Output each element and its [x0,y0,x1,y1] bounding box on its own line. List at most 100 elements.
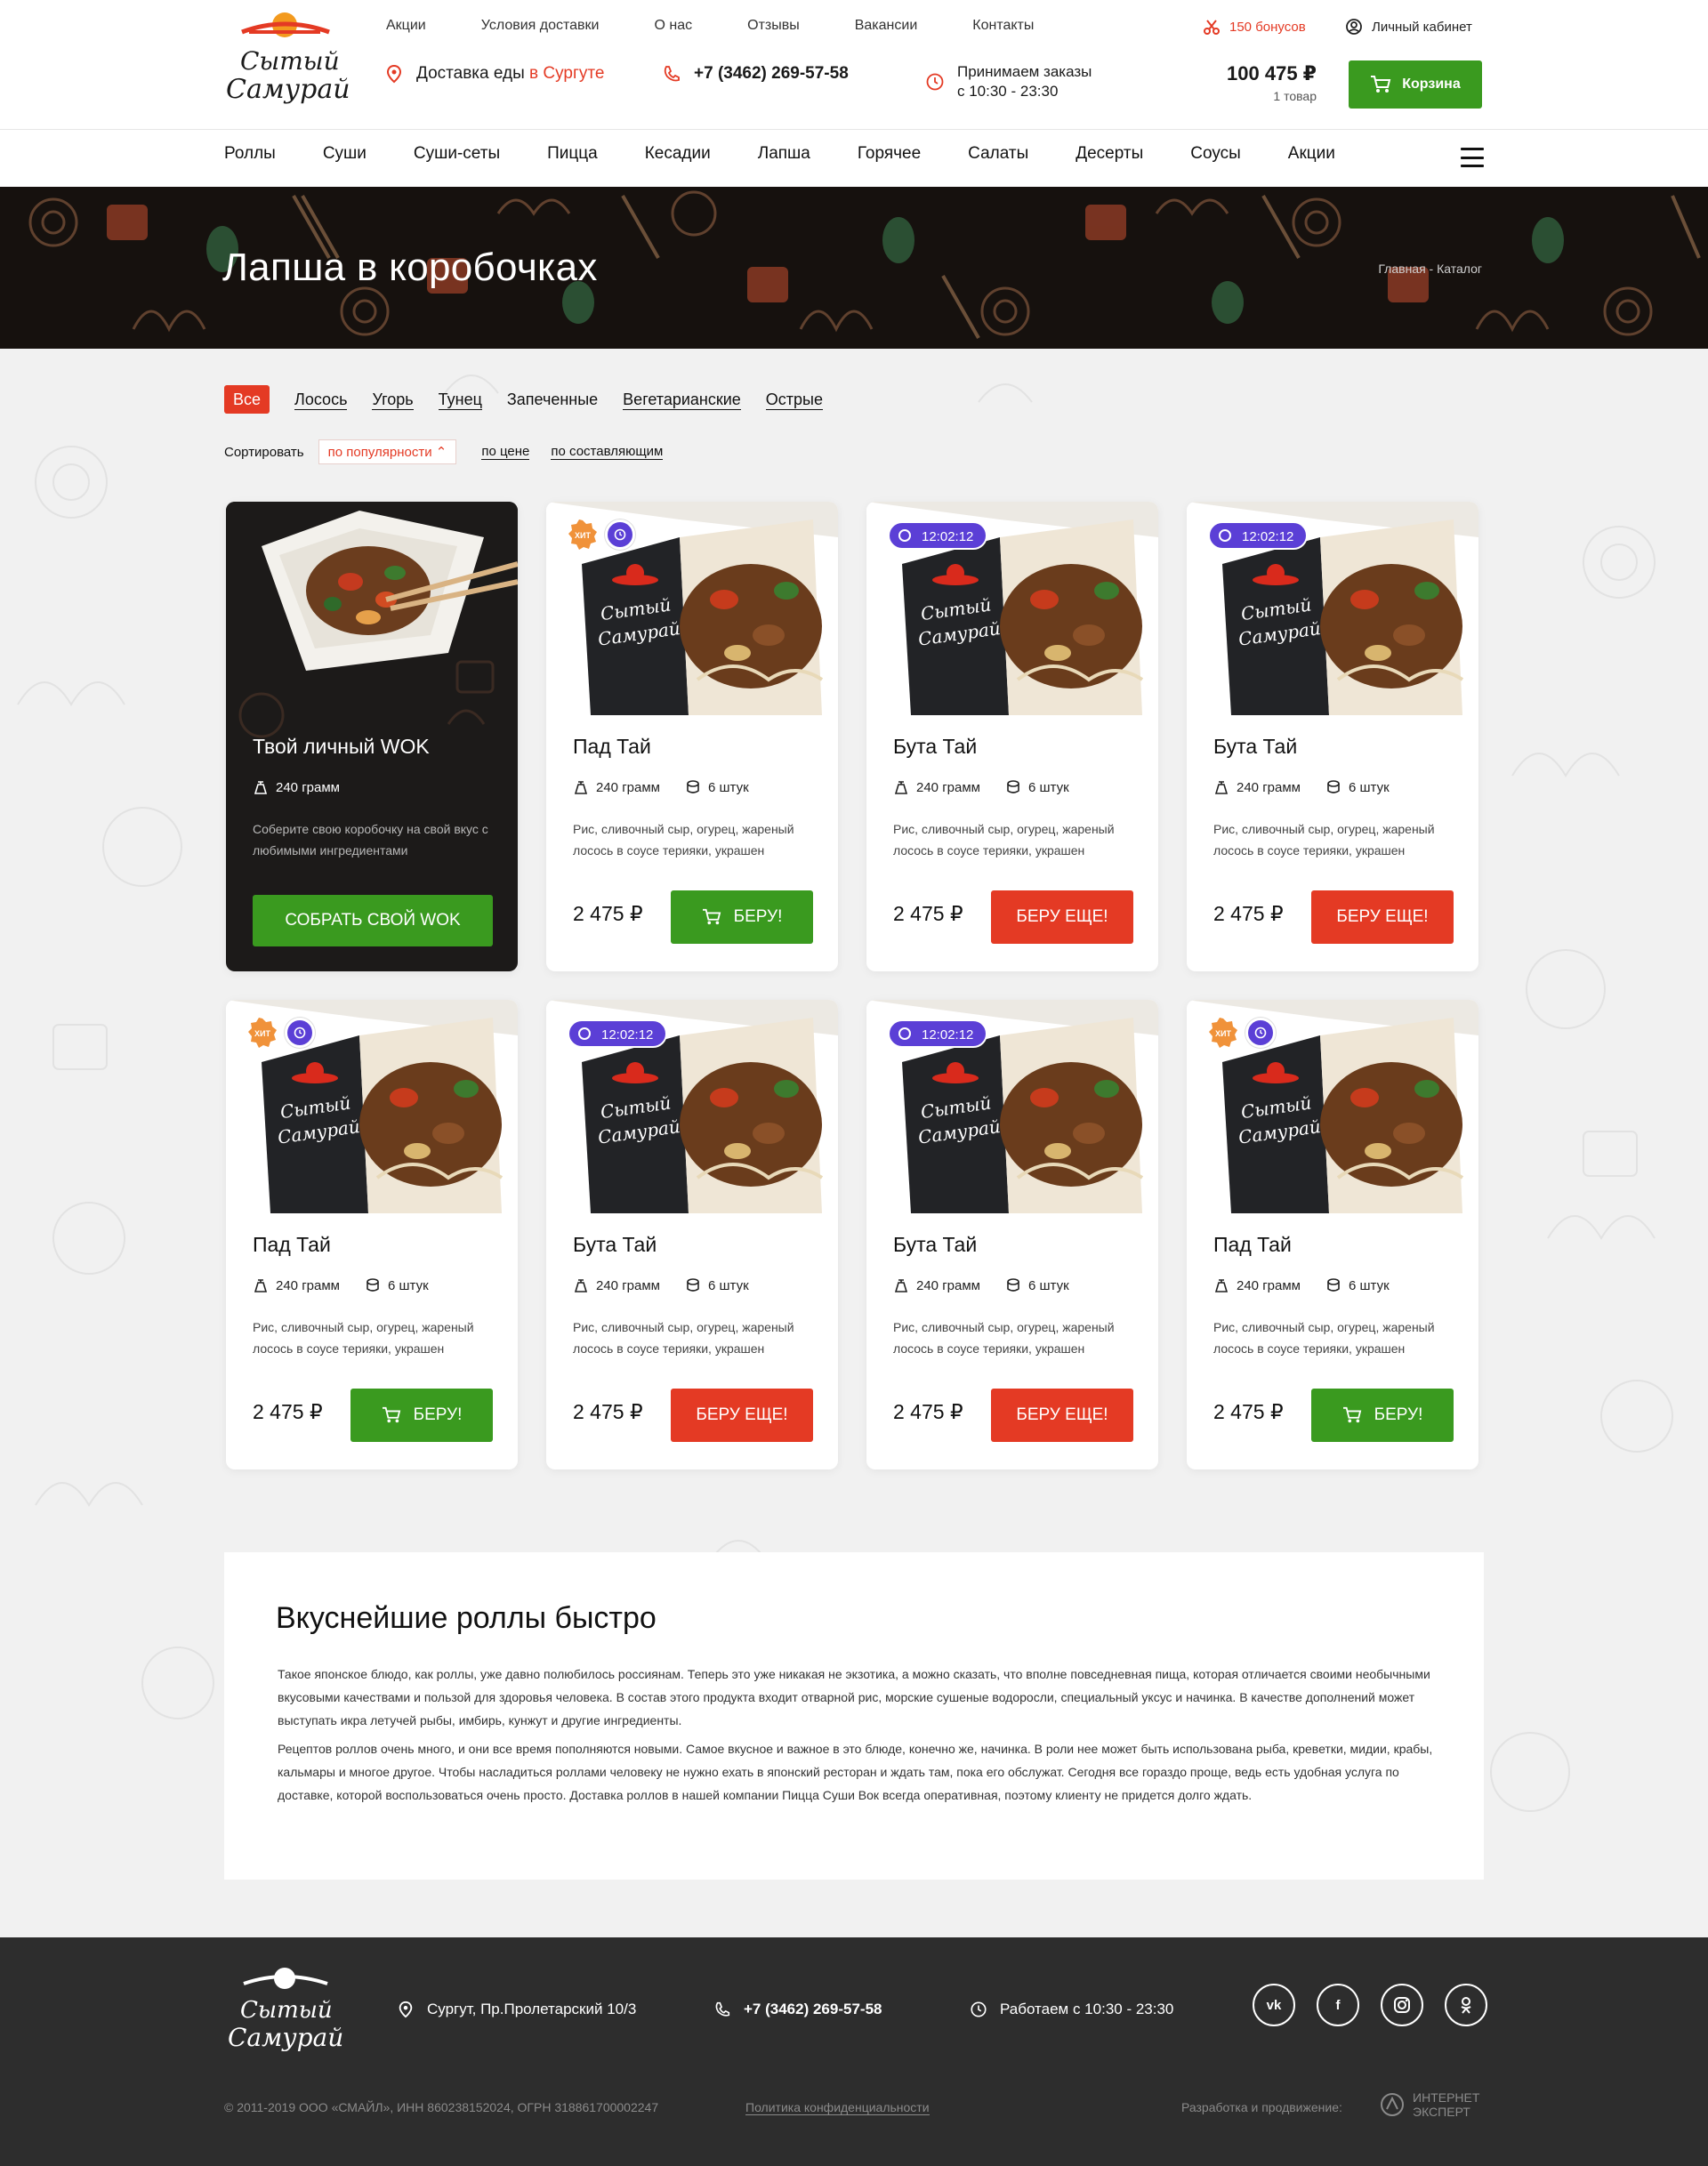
timer-clock-icon[interactable] [605,519,635,550]
nav-item-pizza[interactable]: Пицца [547,144,598,164]
filter-all[interactable]: Все [224,385,270,414]
add-to-cart-button[interactable]: БЕРУ! [1311,1389,1454,1442]
facebook-icon[interactable]: f [1317,1984,1359,2026]
product-pieces: 6 штук [1027,1277,1069,1293]
top-menu-item[interactable]: Акции [386,18,426,34]
product-card[interactable]: Сытый Самурай 12:02:12 Бута Тай 240 грамм 6 ш… [1187,502,1478,971]
delivery-text: Доставка еды [416,64,525,83]
build-wok-button[interactable]: СОБРАТЬ СВОЙ WOK [253,895,493,946]
vk-icon[interactable]: vk [1253,1984,1295,2026]
header-phone[interactable]: +7 (3462) 269-57-58 [662,64,849,84]
phone-icon [715,2001,730,2017]
logo-word-1: Сытый [240,46,340,76]
product-pieces: 6 штук [1348,1277,1390,1293]
chevron-up-icon: ⌃ [435,445,447,460]
product-description: Рис, сливочный сыр, огурец, жареный лосо… [1213,1320,1435,1356]
add-to-cart-button[interactable]: БЕРУ ЕЩЕ! [991,890,1133,944]
cabinet-text: Личный кабинет [1372,19,1472,35]
nav-item-sauces[interactable]: Соусы [1190,144,1241,164]
add-to-cart-button[interactable]: БЕРУ! [671,890,813,944]
product-card[interactable]: Сытый Самурай ХИТ Пад Тай 240 грамм 6 штук Рис… [1187,1000,1478,1469]
top-menu-item[interactable]: Отзывы [747,18,800,34]
wok-weight: 240 грамм [276,779,340,795]
sort-price[interactable]: по цене [481,444,530,460]
filter-vegetarian[interactable]: Вегетарианские [623,390,741,410]
bonus-icon [1204,20,1220,35]
seo-paragraph-2: Рецептов роллов очень много, и они все в… [278,1742,1433,1802]
product-title[interactable]: Пад Тай [573,735,651,759]
add-to-cart-button[interactable]: БЕРУ ЕЩЕ! [671,1389,813,1442]
cart-button[interactable]: Корзина [1349,60,1482,109]
product-title[interactable]: Бута Тай [573,1233,657,1257]
nav-item-sushi-sets[interactable]: Суши-сеты [414,144,500,164]
nav-item-rolls[interactable]: Роллы [224,144,276,164]
filter-tuna[interactable]: Тунец [438,390,482,410]
timer-clock-icon[interactable] [285,1018,315,1048]
bonus-link[interactable]: 150 бонусов [1203,18,1306,36]
product-pieces: 6 штук [707,1277,749,1293]
product-title[interactable]: Пад Тай [253,1233,331,1257]
nav-item-hot[interactable]: Горячее [858,144,921,164]
product-card[interactable]: Сытый Самурай 12:02:12 Бута Тай 240 грамм 6 ш… [866,502,1158,971]
add-to-cart-button[interactable]: БЕРУ ЕЩЕ! [1311,890,1454,944]
sort-popular[interactable]: по популярности ⌃ [318,439,457,464]
top-menu-item[interactable]: Вакансии [855,18,918,34]
footer-phone[interactable]: +7 (3462) 269-57-58 [713,2000,882,2019]
sort-composition[interactable]: по составляющим [551,444,664,460]
product-card[interactable]: Сытый Самурай 12:02:12 Бута Тай 240 грамм 6 ш… [546,1000,838,1469]
phone-number: +7 (3462) 269-57-58 [694,64,849,83]
nav-item-quesadilla[interactable]: Кесадии [645,144,711,164]
developer-logo[interactable]: ИНТЕРНЕТ ЭКСПЕРТ [1379,2090,1479,2119]
nav-item-desserts[interactable]: Десерты [1076,144,1143,164]
burger-menu-icon[interactable] [1461,148,1484,167]
product-title[interactable]: Бута Тай [893,1233,977,1257]
footer-logo[interactable]: Сытый Самурай [224,1964,349,2071]
product-description: Рис, сливочный сыр, огурец, жареный лосо… [573,1320,794,1356]
product-meta: 240 грамм 6 штук [893,779,1094,795]
nav-item-salads[interactable]: Салаты [968,144,1028,164]
product-pieces: 6 штук [1027,779,1069,795]
weight-icon [574,1279,588,1292]
product-title[interactable]: Бута Тай [1213,735,1297,759]
nav-item-noodles[interactable]: Лапша [758,144,810,164]
odnoklassniki-icon[interactable] [1445,1984,1487,2026]
product-weight: 240 грамм [596,1277,660,1293]
nav-item-sushi[interactable]: Суши [323,144,367,164]
add-to-cart-button[interactable]: БЕРУ! [350,1389,493,1442]
product-weight: 240 грамм [916,1277,980,1293]
site-logo[interactable]: Сытый Самурай [224,9,350,116]
filter-eel[interactable]: Угорь [372,390,414,410]
instagram-icon[interactable] [1381,1984,1423,2026]
cart-summary[interactable]: 100 475 ₽ 1 товар [1227,62,1317,103]
cart-icon [702,908,721,925]
breadcrumb[interactable]: Главная - Каталог [1378,262,1482,276]
timer-clock-icon[interactable] [1245,1018,1276,1048]
top-menu-item[interactable]: О нас [655,18,693,34]
add-to-cart-label: БЕРУ! [1374,1405,1423,1424]
privacy-policy-link[interactable]: Политика конфиденциальности [745,2100,930,2115]
delivery-info[interactable]: Доставка еды в Сургуте [384,64,604,84]
product-title[interactable]: Бута Тай [893,735,977,759]
filter-baked[interactable]: Запеченные [507,390,598,409]
seo-title: Вкуснейшие роллы быстро [276,1601,657,1635]
filter-salmon[interactable]: Лосось [294,390,348,410]
weight-icon [894,1279,908,1292]
product-weight: 240 грамм [1237,779,1301,795]
add-to-cart-button[interactable]: БЕРУ ЕЩЕ! [991,1389,1133,1442]
product-pieces: 6 штук [387,1277,429,1293]
sort-bar: Сортировать по популярности ⌃ по цене по… [224,439,684,464]
delivery-city[interactable]: в Сургуте [529,64,604,83]
pieces-icon [1327,1278,1340,1292]
top-menu-item[interactable]: Условия доставки [481,18,600,34]
nav-item-promo[interactable]: Акции [1288,144,1335,164]
filter-spicy[interactable]: Острые [765,390,823,410]
user-icon [1346,19,1362,35]
product-card[interactable]: Сытый Самурай 12:02:12 Бута Тай 240 грамм 6 ш… [866,1000,1158,1469]
top-menu-item[interactable]: Контакты [972,18,1034,34]
product-title[interactable]: Пад Тай [1213,1233,1292,1257]
product-card[interactable]: Сытый Самурай ХИТ Пад Тай 240 грамм 6 штук Рис… [546,502,838,971]
add-to-cart-label: БЕРУ ЕЩЕ! [1016,907,1108,926]
product-card[interactable]: Сытый Самурай ХИТ Пад Тай 240 грамм 6 штук Рис… [226,1000,518,1469]
cabinet-link[interactable]: Личный кабинет [1345,18,1472,36]
header-divider [0,129,1708,130]
